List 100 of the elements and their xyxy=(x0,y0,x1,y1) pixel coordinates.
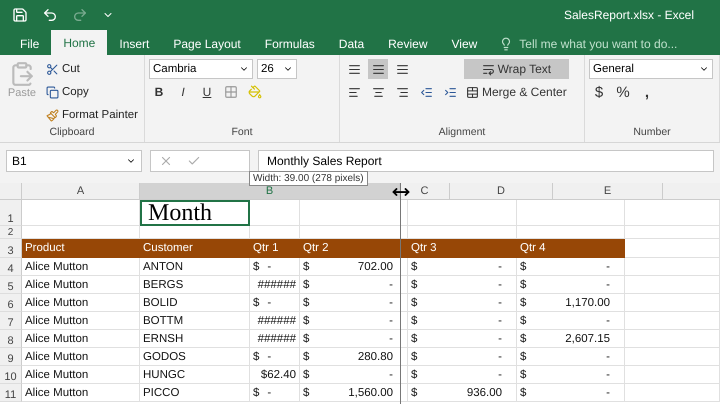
header-cell: Customer xyxy=(140,239,250,258)
bold-button[interactable]: B xyxy=(149,82,169,102)
window-title: SalesReport.xlsx - Excel xyxy=(564,8,695,22)
ribbon-tab[interactable]: Insert xyxy=(107,33,162,55)
table-cell: $ 2,607.15 xyxy=(517,330,625,348)
row-number: 10 xyxy=(0,366,22,384)
table-cell: $ 936.00 xyxy=(408,384,517,402)
table-cell: ERNSH xyxy=(140,330,250,348)
row-number: 11 xyxy=(0,384,22,402)
table-cell: Alice Mutton xyxy=(22,312,140,330)
undo-icon[interactable] xyxy=(42,7,58,23)
group-label: Alignment xyxy=(438,126,486,140)
table-cell: $ - xyxy=(408,330,517,348)
header-cell: Qtr 3 xyxy=(408,239,517,258)
table-cell: BERGS xyxy=(140,276,250,294)
table-cell: $ - xyxy=(517,258,625,276)
number-format-dropdown[interactable]: General xyxy=(589,59,713,79)
width-tooltip: Width: 39.00 (278 pixels) xyxy=(249,171,368,186)
table-cell: ###### xyxy=(250,276,300,294)
table-cell: $ - xyxy=(300,276,408,294)
row-number: 1 xyxy=(0,200,22,226)
copy-icon xyxy=(46,86,59,98)
table-cell: $ 1,560.00 xyxy=(300,384,408,402)
name-box[interactable]: B1 xyxy=(6,150,142,172)
table-cell: Alice Mutton xyxy=(22,348,140,366)
table-cell: Alice Mutton xyxy=(22,330,140,348)
row-number: 3 xyxy=(0,239,22,258)
group-label: Clipboard xyxy=(48,126,96,140)
ribbon-tab[interactable]: Home xyxy=(51,30,108,55)
cut-button[interactable]: Cut xyxy=(44,59,140,79)
title-cell[interactable]: Month xyxy=(140,200,250,226)
column-header[interactable]: B xyxy=(140,183,400,199)
table-cell xyxy=(250,200,300,226)
merge-icon xyxy=(466,86,479,98)
middle-align-icon[interactable] xyxy=(368,59,388,79)
row-number: 8 xyxy=(0,330,22,348)
table-cell: $ - xyxy=(300,330,408,348)
row-number: 5 xyxy=(0,276,22,294)
table-cell: $ - xyxy=(408,294,517,312)
group-label: Font xyxy=(230,126,254,140)
table-cell xyxy=(250,226,300,239)
scissors-icon xyxy=(46,62,59,76)
table-cell: $ - xyxy=(408,348,517,366)
row-number: 9 xyxy=(0,348,22,366)
font-name-dropdown[interactable]: Cambria xyxy=(149,59,253,79)
wrap-icon xyxy=(482,62,495,76)
table-cell: $ 1,170.00 xyxy=(517,294,625,312)
comma-button[interactable]: , xyxy=(637,82,657,102)
table-cell: $ - xyxy=(517,384,625,402)
table-cell: $ - xyxy=(517,348,625,366)
underline-button[interactable]: U xyxy=(197,82,217,102)
merge-center-button[interactable]: Merge & Center xyxy=(464,82,569,102)
header-cell: Product xyxy=(22,239,140,258)
table-cell: $ - xyxy=(408,366,517,384)
percent-button[interactable]: % xyxy=(613,82,633,102)
save-icon[interactable] xyxy=(12,7,28,23)
italic-button[interactable]: I xyxy=(173,82,193,102)
ribbon-tab[interactable]: View xyxy=(440,33,490,55)
row-number: 4 xyxy=(0,258,22,276)
table-cell: Alice Mutton xyxy=(22,294,140,312)
formula-field[interactable]: Monthly Sales Report xyxy=(258,150,714,172)
table-cell: ###### xyxy=(250,330,300,348)
table-cell: $ - xyxy=(408,276,517,294)
table-cell: $ 702.00 xyxy=(300,258,408,276)
table-cell: $ - xyxy=(250,348,300,366)
ribbon-tab[interactable]: Review xyxy=(376,33,440,55)
table-cell: $ - xyxy=(250,258,300,276)
header-cell: Qtr 1 xyxy=(250,239,300,258)
currency-button[interactable]: $ xyxy=(589,82,609,102)
copy-button[interactable]: Copy xyxy=(44,82,140,102)
table-cell: Alice Mutton xyxy=(22,384,140,402)
table-cell: BOTTM xyxy=(140,312,250,330)
row-number: 7 xyxy=(0,312,22,330)
table-cell: GODOS xyxy=(140,348,250,366)
table-cell: Alice Mutton xyxy=(22,276,140,294)
table-cell: $ - xyxy=(300,294,408,312)
header-cell: Qtr 2 xyxy=(300,239,408,258)
table-cell: $ - xyxy=(250,384,300,402)
table-cell: Alice Mutton xyxy=(22,258,140,276)
group-label: Number xyxy=(632,126,672,140)
table-cell: $62.40 xyxy=(250,366,300,384)
table-cell: ###### xyxy=(250,312,300,330)
row-number: 2 xyxy=(0,226,22,239)
table-cell: $ 280.80 xyxy=(300,348,408,366)
row-number: 6 xyxy=(0,294,22,312)
table-cell: $ - xyxy=(250,294,300,312)
font-size-dropdown[interactable]: 26 xyxy=(257,59,297,79)
table-cell: $ - xyxy=(300,312,408,330)
table-cell: BOLID xyxy=(140,294,250,312)
ribbon-tab[interactable]: File xyxy=(8,33,52,55)
table-cell: $ - xyxy=(408,312,517,330)
wrap-text-button[interactable]: Wrap Text xyxy=(464,59,569,79)
ribbon-tab[interactable]: Data xyxy=(326,33,376,55)
ribbon-tab[interactable]: Formulas xyxy=(252,33,327,55)
table-cell: HUNGC xyxy=(140,366,250,384)
ribbon-tab[interactable]: Page Layout xyxy=(161,33,253,55)
table-cell: Alice Mutton xyxy=(22,366,140,384)
format-painter-button[interactable]: Format Painter xyxy=(44,105,140,125)
header-cell: Qtr 4 xyxy=(517,239,625,258)
search-field[interactable]: Tell me what you want to do... xyxy=(517,36,718,52)
